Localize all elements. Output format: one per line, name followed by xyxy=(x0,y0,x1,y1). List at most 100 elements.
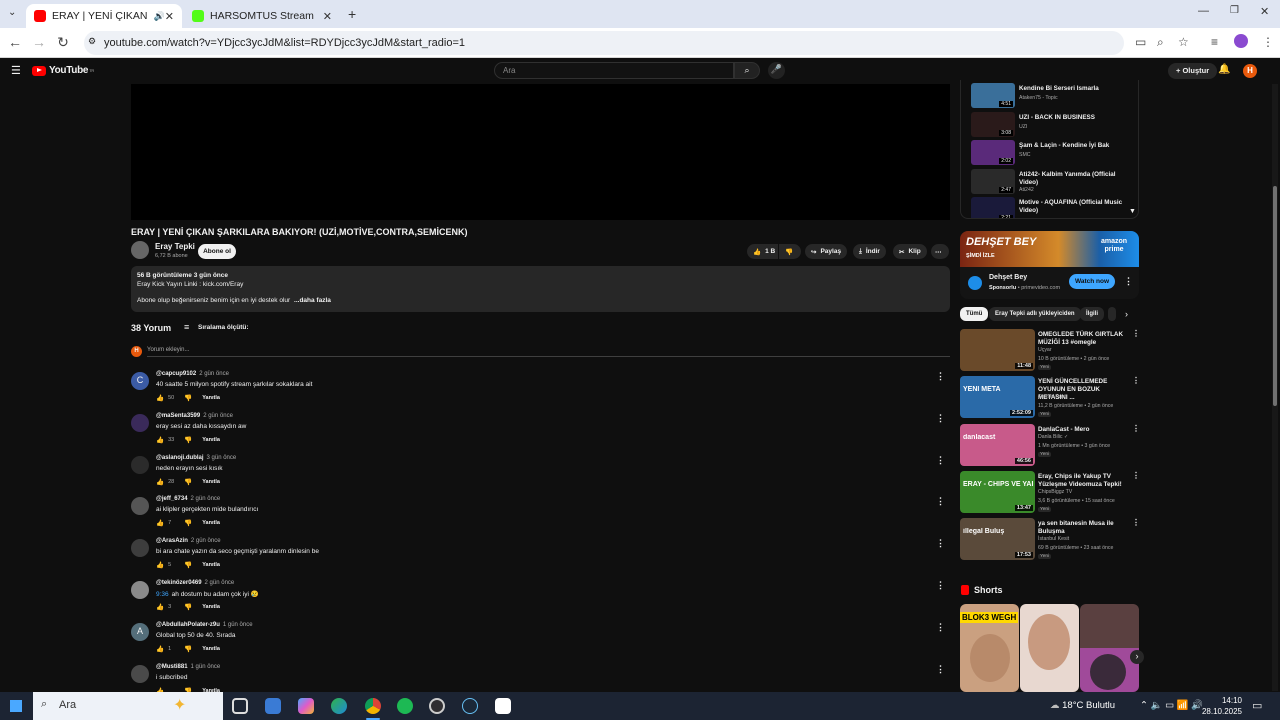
thumbs-down-icon[interactable]: 👎 xyxy=(184,603,192,611)
copilot-icon[interactable] xyxy=(298,698,314,714)
comment-time[interactable]: 2 gün önce xyxy=(205,580,235,586)
dislike-button[interactable]: 👎 xyxy=(779,244,801,259)
playlist-thumbnail[interactable]: 2:02 xyxy=(971,140,1015,166)
subscribe-button[interactable]: Abone ol xyxy=(198,244,236,259)
playlist-thumbnail[interactable]: 2:21 xyxy=(971,197,1015,218)
thumbs-up-icon[interactable]: 👍 xyxy=(156,519,164,527)
comment-more-icon[interactable]: ⋮ xyxy=(936,580,945,591)
related-more-icon[interactable]: ⋮ xyxy=(1132,376,1140,385)
comment-time[interactable]: 2 gün önce xyxy=(191,496,221,502)
thumbs-up-icon[interactable]: 👍 xyxy=(156,478,164,486)
reply-button[interactable]: Yanıtla xyxy=(202,562,220,568)
comment-more-icon[interactable]: ⋮ xyxy=(936,664,945,675)
playlist-title[interactable]: Ati242- Kalbim Yanımda (Official Video) xyxy=(1019,171,1129,187)
reply-button[interactable]: Yanıtla xyxy=(202,395,220,401)
comment-more-icon[interactable]: ⋮ xyxy=(936,455,945,466)
thumbs-down-icon[interactable]: 👎 xyxy=(184,436,192,444)
media-controls-icon[interactable]: ≡ xyxy=(1211,35,1218,49)
related-more-icon[interactable]: ⋮ xyxy=(1132,471,1140,480)
close-tab-icon[interactable]: ✕ xyxy=(323,10,332,23)
profile-icon[interactable] xyxy=(1234,34,1248,48)
site-info-icon[interactable]: ⚙ xyxy=(88,36,96,47)
playlist-title[interactable]: Motive - AQUAFINA (Official Music Video) xyxy=(1019,199,1129,215)
comment-author[interactable]: @ArasAzin xyxy=(156,538,188,544)
tab-youtube[interactable]: ERAY | YENİ ÇIKAN ŞARKILA 🔊 ✕ xyxy=(26,4,182,28)
thumbs-up-icon[interactable]: 👍 xyxy=(156,436,164,444)
channel-name[interactable]: Eray Tepki xyxy=(155,242,195,251)
comment-time[interactable]: 1 gün önce xyxy=(223,622,253,628)
comment-avatar[interactable]: A xyxy=(131,622,149,641)
comment-avatar[interactable] xyxy=(131,664,149,683)
playlist-item[interactable]: 4:51 Kendine Bi Serseri Ismarla Ataken75 -… xyxy=(971,83,1136,111)
related-video[interactable]: illegal Buluş 17:53 ya sen bitanesin Musa … xyxy=(960,518,1140,562)
ad-more-icon[interactable]: ⋮ xyxy=(1124,276,1133,287)
playlist-item[interactable]: 2:47 Ati242- Kalbim Yanımda (Official Vid… xyxy=(971,168,1136,197)
comment-author[interactable]: @tekinözer0469 xyxy=(156,580,202,586)
account-avatar[interactable]: H xyxy=(1243,64,1257,78)
speaker-icon[interactable]: 🔊 xyxy=(154,11,165,22)
sponsored-ad[interactable]: DEHŞET BEY ŞİMDİ İZLE amazon prime Dehşe… xyxy=(960,231,1139,299)
thumbs-down-icon[interactable]: 👎 xyxy=(184,645,192,653)
scrollbar-thumb[interactable] xyxy=(1273,186,1277,406)
edge-icon[interactable] xyxy=(331,698,347,714)
thumbs-up-icon[interactable]: 👍 xyxy=(156,603,164,611)
thumbs-up-icon[interactable]: 👍 xyxy=(156,561,164,569)
thumbs-down-icon[interactable]: 👎 xyxy=(184,561,192,569)
tab-list-chevron-icon[interactable]: ⌄ xyxy=(8,7,16,18)
microphone-icon[interactable]: 🎤 xyxy=(768,62,785,79)
sort-label[interactable]: Sıralama ölçütü: xyxy=(198,324,249,331)
comment-more-icon[interactable]: ⋮ xyxy=(936,538,945,549)
windows-start-icon[interactable] xyxy=(10,700,22,712)
related-more-icon[interactable]: ⋮ xyxy=(1132,329,1140,338)
related-video[interactable]: YENİ META 2:52:09 YENİ GÜNCELLEMEDE OYUNUN… xyxy=(960,376,1140,420)
obs-icon[interactable] xyxy=(429,698,445,714)
reload-icon[interactable]: ↻ xyxy=(54,34,72,51)
url-field[interactable]: ⚙ youtube.com/watch?v=YDjcc3ycJdM&list=R… xyxy=(84,31,1124,55)
related-thumbnail[interactable]: 11:48 xyxy=(960,329,1035,371)
watch-now-button[interactable]: Watch now xyxy=(1069,274,1115,289)
thumbs-down-icon[interactable]: 👎 xyxy=(184,478,192,486)
comment-author[interactable]: @jeff_6734 xyxy=(156,496,188,502)
comment-author[interactable]: @Musti881 xyxy=(156,664,188,670)
comment-author[interactable]: @aslanoji.dublaj xyxy=(156,455,204,461)
system-tray-icons[interactable]: ⌃ 🔈 ▭ 📶 🔊 xyxy=(1140,700,1203,711)
comment-avatar[interactable] xyxy=(131,455,149,474)
capcut-icon[interactable] xyxy=(495,698,511,714)
chip-partial[interactable] xyxy=(1108,307,1116,321)
chip-all[interactable]: Tümü xyxy=(960,307,989,321)
taskbar-search[interactable]: ⌕ Ara ✦ xyxy=(33,692,223,720)
playlist-item[interactable]: 3:08 UZI - BACK IN BUSINESS UZI xyxy=(971,111,1136,140)
playlist-thumbnail[interactable]: 2:47 xyxy=(971,168,1015,194)
comment-author[interactable]: @capcup9102 xyxy=(156,371,196,377)
related-video[interactable]: ERAY - CHIPS VE YAKUP TV 13:47 Eray, Chips… xyxy=(960,470,1140,515)
related-thumbnail[interactable]: ERAY - CHIPS VE YAKUP TV 13:47 xyxy=(960,470,1035,513)
channel-avatar[interactable] xyxy=(131,241,149,259)
comment-more-icon[interactable]: ⋮ xyxy=(936,413,945,424)
thumbs-up-icon[interactable]: 👍 xyxy=(156,645,164,653)
comment-avatar[interactable]: C xyxy=(131,372,149,390)
related-more-icon[interactable]: ⋮ xyxy=(1132,518,1140,527)
playlist-thumbnail[interactable]: 4:51 xyxy=(971,83,1015,108)
related-thumbnail[interactable]: illegal Buluş 17:53 xyxy=(960,518,1035,561)
related-title[interactable]: ya sen bitanesin Musa ile Buluşma xyxy=(1038,520,1128,536)
related-title[interactable]: DanlaCast - Mero xyxy=(1038,426,1128,434)
description-more[interactable]: ...daha fazla xyxy=(294,297,331,304)
comment-time[interactable]: 2 gün önce xyxy=(199,371,229,377)
comment-more-icon[interactable]: ⋮ xyxy=(936,371,945,382)
back-icon[interactable]: ← xyxy=(6,34,24,50)
comment-timestamp-link[interactable]: 9:36 xyxy=(156,591,169,598)
playlist-title[interactable]: UZI - BACK IN BUSINESS xyxy=(1019,114,1129,122)
comment-author[interactable]: @maSenta3599 xyxy=(156,413,200,419)
ad-banner[interactable]: DEHŞET BEY ŞİMDİ İZLE amazon prime xyxy=(960,231,1139,267)
taskbar-clock[interactable]: 14:10 28.10.2025 xyxy=(1198,695,1242,717)
chip-related[interactable]: İlgili xyxy=(1080,307,1104,321)
comment-time[interactable]: 3 gün önce xyxy=(207,455,237,461)
related-thumbnail[interactable]: YENİ META 2:52:09 xyxy=(960,376,1035,419)
shorts-next-chevron-icon[interactable]: › xyxy=(1130,650,1144,664)
playlist-item[interactable]: 2:02 Şam & Laçin - Kendine İyi Bak SMC xyxy=(971,140,1136,168)
comment-more-icon[interactable]: ⋮ xyxy=(936,496,945,507)
comment-time[interactable]: 1 gün önce xyxy=(191,664,221,670)
search-icon[interactable]: ⌕ xyxy=(734,62,760,79)
notification-icon[interactable]: ▭ xyxy=(1252,699,1262,712)
playlist-title[interactable]: Kendine Bi Serseri Ismarla xyxy=(1019,85,1129,93)
